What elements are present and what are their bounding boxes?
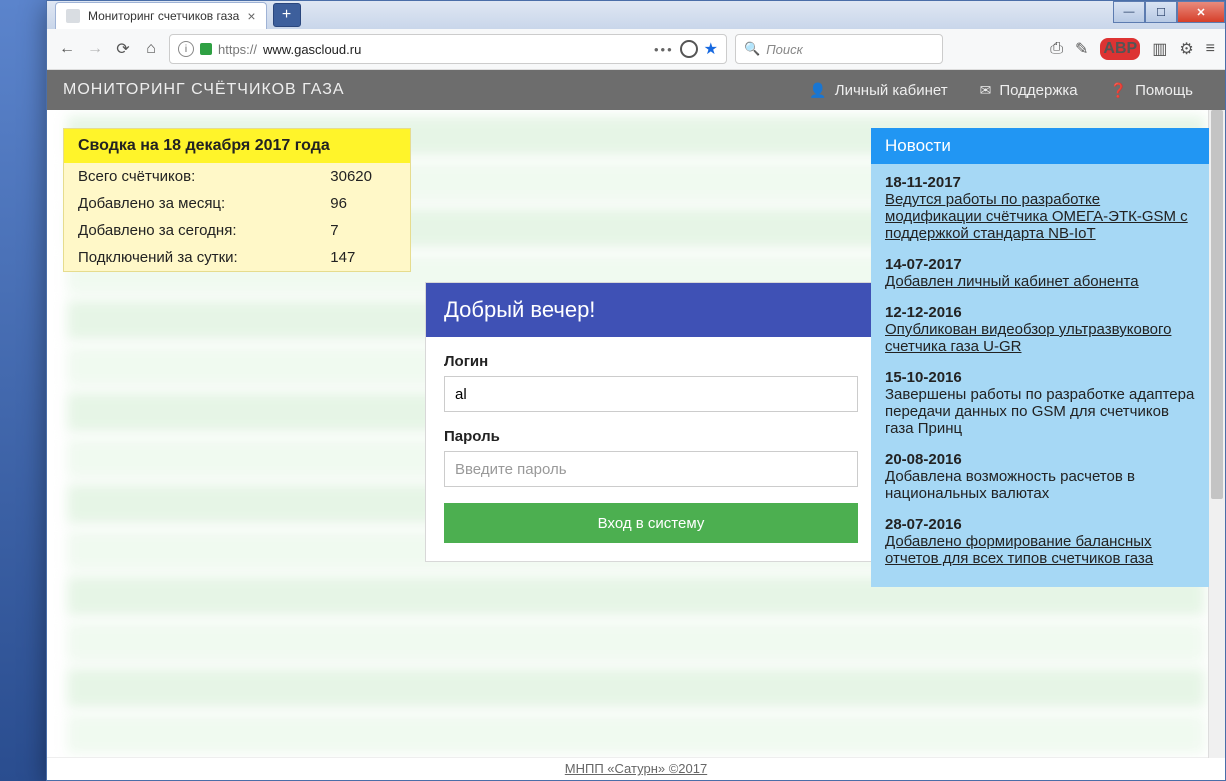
- extension-icon[interactable]: ⚙: [1179, 39, 1193, 59]
- page-actions-icon[interactable]: •••: [654, 42, 674, 57]
- nav-support-label: Поддержка: [999, 82, 1077, 99]
- browser-tab[interactable]: Мониторинг счетчиков газа ×: [55, 2, 267, 29]
- desktop-background-left: [0, 0, 46, 781]
- new-tab-button[interactable]: +: [273, 3, 301, 27]
- summary-row: Добавлено за сегодня:7: [64, 217, 410, 244]
- news-panel: Новости 18-11-2017Ведутся работы по разр…: [871, 128, 1209, 587]
- summary-value: 147: [316, 244, 410, 271]
- search-placeholder: Поиск: [766, 42, 803, 57]
- login-label: Логин: [444, 353, 858, 370]
- site-navbar: МОНИТОРИНГ СЧЁТЧИКОВ ГАЗА 👤 Личный кабин…: [47, 70, 1225, 110]
- search-icon: 🔍: [744, 41, 760, 57]
- nav-account-label: Личный кабинет: [835, 82, 948, 99]
- login-input[interactable]: [444, 376, 858, 412]
- content-area: Сводка на 18 декабря 2017 года Всего счё…: [47, 110, 1225, 758]
- back-button[interactable]: ←: [57, 39, 77, 59]
- password-input[interactable]: [444, 451, 858, 487]
- news-text[interactable]: Добавлен личный кабинет абонента: [885, 273, 1195, 290]
- site-info-icon[interactable]: i: [178, 41, 194, 57]
- scrollbar-thumb[interactable]: [1211, 110, 1223, 499]
- news-item: 28-07-2016Добавлено формирование балансн…: [885, 516, 1195, 567]
- browser-window: Мониторинг счетчиков газа × + — ☐ ✕ ← → …: [46, 0, 1226, 781]
- favicon-icon: [66, 9, 80, 23]
- maximize-button[interactable]: ☐: [1145, 1, 1177, 23]
- news-date: 28-07-2016: [885, 516, 1195, 533]
- news-title: Новости: [871, 128, 1209, 164]
- summary-label: Добавлено за месяц:: [64, 190, 316, 217]
- summary-value: 96: [316, 190, 410, 217]
- url-scheme: https://: [218, 42, 257, 57]
- summary-panel: Сводка на 18 декабря 2017 года Всего счё…: [63, 128, 411, 272]
- url-host: www.gascloud.ru: [263, 42, 361, 57]
- summary-label: Подключений за сутки:: [64, 244, 316, 271]
- news-item: 14-07-2017Добавлен личный кабинет абонен…: [885, 256, 1195, 290]
- minimize-button[interactable]: —: [1113, 1, 1145, 23]
- summary-title: Сводка на 18 декабря 2017 года: [64, 129, 410, 163]
- password-label: Пароль: [444, 428, 858, 445]
- close-window-button[interactable]: ✕: [1177, 1, 1225, 23]
- sidebar-icon[interactable]: ▥: [1152, 39, 1167, 59]
- summary-value: 7: [316, 217, 410, 244]
- search-box[interactable]: 🔍 Поиск: [735, 34, 943, 64]
- forward-button[interactable]: →: [85, 39, 105, 59]
- news-item: 15-10-2016Завершены работы по разработке…: [885, 369, 1195, 437]
- news-date: 18-11-2017: [885, 174, 1195, 191]
- news-text: Добавлена возможность расчетов в национа…: [885, 468, 1195, 502]
- bookmark-star-icon[interactable]: ★: [704, 39, 718, 59]
- window-titlebar: Мониторинг счетчиков газа × + — ☐ ✕: [47, 1, 1225, 29]
- summary-row: Добавлено за месяц:96: [64, 190, 410, 217]
- home-button[interactable]: ⌂: [141, 39, 161, 59]
- news-date: 12-12-2016: [885, 304, 1195, 321]
- summary-row: Всего счётчиков:30620: [64, 163, 410, 190]
- news-text[interactable]: Ведутся работы по разработке модификации…: [885, 191, 1195, 242]
- tracking-shield-icon[interactable]: [680, 40, 698, 58]
- lock-icon: [200, 43, 212, 55]
- nav-account[interactable]: 👤 Личный кабинет: [793, 70, 963, 110]
- news-text[interactable]: Опубликован видеобзор ультразвукового сч…: [885, 321, 1195, 355]
- summary-label: Добавлено за сегодня:: [64, 217, 316, 244]
- tab-strip: Мониторинг счетчиков газа × +: [47, 1, 1113, 29]
- tab-title: Мониторинг счетчиков газа: [88, 9, 239, 23]
- news-date: 15-10-2016: [885, 369, 1195, 386]
- login-panel: Добрый вечер! Логин Пароль Вход в систем…: [425, 282, 877, 562]
- reload-button[interactable]: ⟳: [113, 39, 133, 59]
- page-footer[interactable]: МНПП «Сатурн» ©2017: [47, 757, 1225, 780]
- news-text: Завершены работы по разработке адаптера …: [885, 386, 1195, 437]
- menu-icon[interactable]: ≡: [1206, 40, 1215, 58]
- footer-text: МНПП «Сатурн» ©2017: [565, 761, 707, 776]
- login-submit-button[interactable]: Вход в систему: [444, 503, 858, 543]
- toolbar-right-icons: ⎙ ✎ ABP ▥ ⚙ ≡: [1050, 38, 1215, 60]
- window-buttons: — ☐ ✕: [1113, 1, 1225, 29]
- news-text[interactable]: Добавлено формирование балансных отчетов…: [885, 533, 1195, 567]
- tab-close-icon[interactable]: ×: [247, 8, 255, 24]
- news-date: 14-07-2017: [885, 256, 1195, 273]
- nav-help[interactable]: ❓ Помощь: [1094, 70, 1209, 110]
- login-greeting: Добрый вечер!: [426, 283, 876, 337]
- envelope-icon: ✉: [980, 82, 992, 99]
- help-icon: ❓: [1110, 82, 1127, 99]
- summary-table: Всего счётчиков:30620 Добавлено за месяц…: [64, 163, 410, 271]
- summary-label: Всего счётчиков:: [64, 163, 316, 190]
- news-item: 12-12-2016Опубликован видеобзор ультразв…: [885, 304, 1195, 355]
- library-icon[interactable]: ⎙: [1050, 40, 1063, 58]
- summary-value: 30620: [316, 163, 410, 190]
- brand-title: МОНИТОРИНГ СЧЁТЧИКОВ ГАЗА: [63, 81, 345, 99]
- nav-help-label: Помощь: [1135, 82, 1193, 99]
- edit-icon[interactable]: ✎: [1075, 39, 1088, 59]
- abp-icon[interactable]: ABP: [1100, 38, 1140, 60]
- news-item: 18-11-2017Ведутся работы по разработке м…: [885, 174, 1195, 242]
- address-bar[interactable]: i https:// www.gascloud.ru ••• ★: [169, 34, 727, 64]
- news-date: 20-08-2016: [885, 451, 1195, 468]
- nav-support[interactable]: ✉ Поддержка: [964, 70, 1094, 110]
- browser-toolbar: ← → ⟳ ⌂ i https://www.gascloud.ru ••• ★ …: [47, 29, 1225, 70]
- news-item: 20-08-2016Добавлена возможность расчетов…: [885, 451, 1195, 502]
- user-icon: 👤: [809, 82, 826, 99]
- page-content: МОНИТОРИНГ СЧЁТЧИКОВ ГАЗА 👤 Личный кабин…: [47, 70, 1225, 780]
- vertical-scrollbar[interactable]: [1208, 110, 1225, 758]
- summary-row: Подключений за сутки:147: [64, 244, 410, 271]
